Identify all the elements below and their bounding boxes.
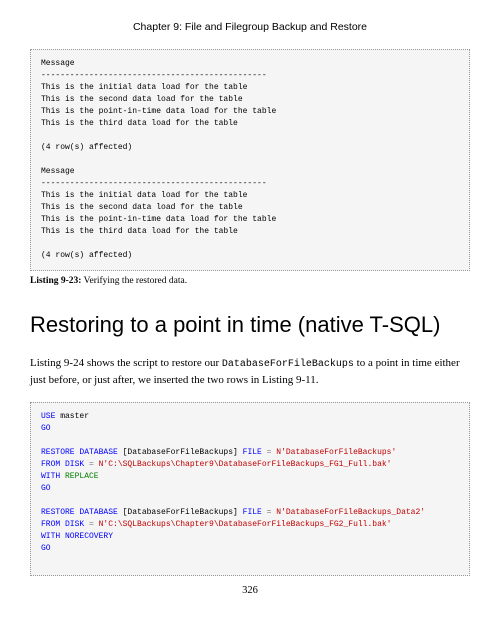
sql-keyword: WITH bbox=[41, 532, 60, 541]
code-line: Message bbox=[41, 167, 75, 176]
section-heading: Restoring to a point in time (native T-S… bbox=[30, 310, 470, 341]
code-line: This is the third data load for the tabl… bbox=[41, 227, 238, 236]
code-line: This is the initial data load for the ta… bbox=[41, 83, 247, 92]
sql-keyword: REPLACE bbox=[60, 472, 98, 481]
sql-op: = bbox=[84, 460, 98, 469]
code-line: Message bbox=[41, 59, 75, 68]
listing-text: Verifying the restored data. bbox=[81, 276, 187, 286]
sql-keyword: USE bbox=[41, 412, 55, 421]
listing-caption-9-23: Listing 9-23: Verifying the restored dat… bbox=[30, 275, 470, 288]
code-line: (4 row(s) affected) bbox=[41, 143, 132, 152]
sql-keyword: RESTORE DATABASE bbox=[41, 448, 118, 457]
sql-string: N'DatabaseForFileBackups_Data2' bbox=[276, 508, 425, 517]
sql-keyword: FROM DISK bbox=[41, 460, 84, 469]
code-line: (4 row(s) affected) bbox=[41, 251, 132, 260]
sql-op: = bbox=[84, 520, 98, 529]
sql-keyword: WITH bbox=[41, 472, 60, 481]
sql-keyword: FILE bbox=[243, 448, 262, 457]
code-line: ----------------------------------------… bbox=[41, 179, 267, 188]
sql-text: [DatabaseForFileBackups] bbox=[118, 448, 243, 457]
sql-op: = bbox=[262, 448, 276, 457]
sql-keyword: FILE bbox=[243, 508, 262, 517]
inline-code: DatabaseForFileBackups bbox=[222, 359, 354, 370]
code-line: This is the third data load for the tabl… bbox=[41, 119, 238, 128]
output-code-block: Message --------------------------------… bbox=[30, 49, 470, 271]
sql-keyword: GO bbox=[41, 544, 51, 553]
para-text: Listing 9-24 shows the script to restore… bbox=[30, 357, 222, 369]
sql-code-block: USE master GO RESTORE DATABASE [Database… bbox=[30, 402, 470, 576]
sql-keyword: GO bbox=[41, 484, 51, 493]
code-line: This is the point-in-time data load for … bbox=[41, 215, 276, 224]
code-line: This is the initial data load for the ta… bbox=[41, 191, 247, 200]
listing-label: Listing 9-23: bbox=[30, 276, 81, 286]
sql-text: [DatabaseForFileBackups] bbox=[118, 508, 243, 517]
code-line: This is the second data load for the tab… bbox=[41, 203, 243, 212]
sql-keyword: GO bbox=[41, 424, 51, 433]
code-line: This is the second data load for the tab… bbox=[41, 95, 243, 104]
code-line: This is the point-in-time data load for … bbox=[41, 107, 276, 116]
page-number: 326 bbox=[0, 584, 500, 599]
chapter-header: Chapter 9: File and Filegroup Backup and… bbox=[30, 20, 470, 35]
sql-string: N'C:\SQLBackups\Chapter9\DatabaseForFile… bbox=[99, 520, 392, 529]
sql-string: N'DatabaseForFileBackups' bbox=[276, 448, 396, 457]
sql-text: master bbox=[55, 412, 89, 421]
sql-keyword: FROM DISK bbox=[41, 520, 84, 529]
sql-keyword: RESTORE DATABASE bbox=[41, 508, 118, 517]
sql-op: = bbox=[262, 508, 276, 517]
sql-keyword: NORECOVERY bbox=[60, 532, 113, 541]
sql-string: N'C:\SQLBackups\Chapter9\DatabaseForFile… bbox=[99, 460, 392, 469]
code-line: ----------------------------------------… bbox=[41, 71, 267, 80]
body-paragraph: Listing 9-24 shows the script to restore… bbox=[30, 355, 470, 389]
